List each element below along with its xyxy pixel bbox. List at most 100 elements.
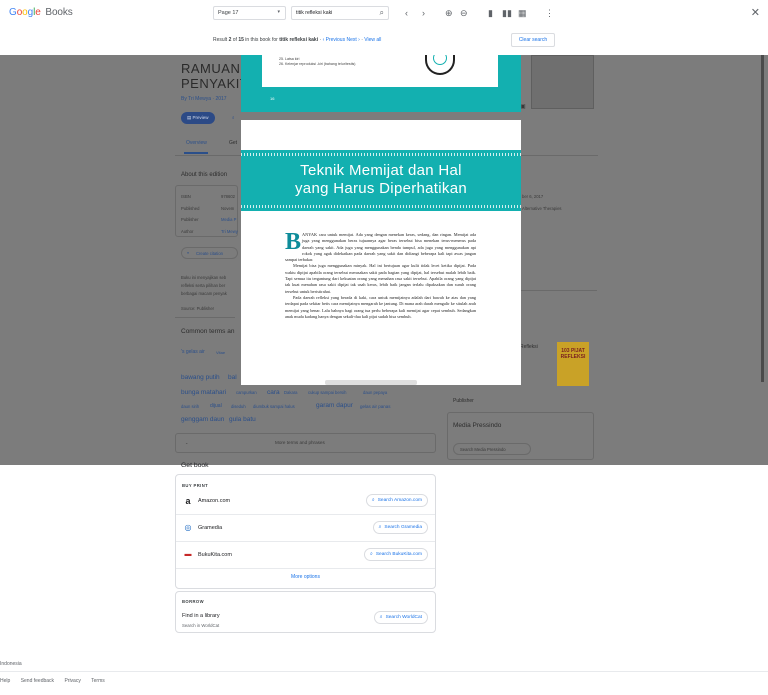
chevron-left-icon[interactable]: ‹	[405, 6, 408, 20]
tab-overview[interactable]: Overview	[186, 140, 207, 146]
term[interactable]: 's gelas air	[181, 349, 205, 355]
publisher-heading: Publisher	[453, 398, 474, 404]
page-scroll-indicator[interactable]	[325, 380, 417, 385]
isbn-label: ISBN	[181, 194, 191, 199]
dotted-border	[241, 205, 521, 208]
term[interactable]: Vitae	[216, 350, 225, 355]
term[interactable]: garam dapur	[316, 402, 353, 409]
source-text: Source: Publisher	[181, 306, 215, 311]
store-row-bukukita[interactable]: ▬ BukuKita.com ⌕ Search BukuKita.com	[176, 542, 435, 569]
help-link[interactable]: Help	[0, 678, 10, 684]
page-select[interactable]: Page 17 ▾	[213, 6, 286, 20]
search-gramedia-label: Search Gramedia	[384, 525, 422, 530]
get-book-heading: Get book	[181, 462, 209, 469]
tab-get[interactable]: Get	[229, 140, 237, 146]
single-page-icon[interactable]: ▮	[488, 6, 493, 20]
search-inside-chip[interactable]: ⌕	[226, 112, 241, 124]
send-feedback-link[interactable]: Send feedback	[21, 678, 54, 684]
book-cover-thumbnail[interactable]	[531, 55, 594, 109]
term[interactable]: cukup sampai bersih	[308, 390, 346, 395]
term[interactable]: Dakara	[284, 390, 298, 395]
store-row-amazon[interactable]: a Amazon.com ⌕ Search Amazon.com	[176, 488, 435, 515]
author-value[interactable]: Tri Mewy	[221, 229, 238, 234]
preview-chip[interactable]: ▤ Preview	[181, 112, 215, 124]
privacy-link[interactable]: Privacy	[64, 678, 80, 684]
publisher-value[interactable]: Media P	[221, 217, 236, 222]
store-name[interactable]: Gramedia	[198, 525, 222, 531]
more-vert-icon[interactable]: ⋮	[545, 6, 554, 20]
search-publisher-button[interactable]: Search Media Pressindo	[453, 443, 531, 455]
term[interactable]: gelas air panas	[360, 404, 391, 409]
search-in-book-value: titik refleksi kaki	[296, 10, 333, 16]
paragraph: B ANYAK cara untuk memijat. Ada yang deng…	[285, 230, 476, 263]
clear-search-button[interactable]: Clear search	[511, 33, 555, 47]
zoom-in-icon[interactable]: ⊕	[445, 6, 453, 20]
borrow-card: BORROW Find in a library Search in World…	[175, 591, 436, 633]
book-author[interactable]: By Tri Mewya · 2017	[181, 96, 227, 102]
search-worldcat-button[interactable]: ⌕ Search WorldCat	[373, 611, 428, 624]
previous-page: 25. Latsa kiri 26. Kelenjar reproduksi -…	[241, 55, 521, 112]
create-citation-label: Create citation	[196, 251, 223, 256]
search-amazon-label: Search Amazon.com	[377, 498, 422, 503]
term[interactable]: genggam daun	[181, 416, 224, 423]
term[interactable]: diseduh	[231, 404, 246, 409]
book-title-line1: RAMUAN	[181, 61, 241, 76]
term[interactable]: gula batu	[229, 416, 256, 423]
term[interactable]: bal	[228, 374, 237, 381]
related-book-label[interactable]: Refleksi	[520, 344, 538, 350]
search-icon: ⌕	[371, 497, 375, 503]
book-title: RAMUAN PENYAKIT	[181, 61, 248, 91]
more-terms-button[interactable]: ⌄ More terms and phrases	[175, 433, 436, 453]
term[interactable]: bunga matahari	[181, 389, 226, 396]
published-date: ber 6, 2017	[522, 194, 544, 199]
term[interactable]: bawang putih	[181, 374, 220, 381]
thumbnails-icon[interactable]: ▦	[518, 6, 527, 20]
page-body-text: B ANYAK cara untuk memijat. Ada yang deng…	[285, 230, 476, 320]
term[interactable]: diumbuk sampai halus	[253, 404, 295, 409]
published-value: Novem	[221, 206, 235, 211]
view-all-link[interactable]: View all	[364, 37, 381, 43]
two-page-icon[interactable]: ▮▮	[502, 6, 512, 20]
bukukita-icon: ▬	[184, 551, 192, 558]
scrollbar[interactable]	[761, 55, 764, 382]
top-bar: Google Books Page 17 ▾ titik refleksi ka…	[0, 0, 768, 26]
close-icon[interactable]: ✕	[751, 6, 760, 19]
term[interactable]: dijual	[210, 403, 222, 409]
search-in-book-input[interactable]: titik refleksi kaki ⌕	[291, 6, 389, 20]
more-options-link[interactable]: More options	[176, 574, 435, 580]
term[interactable]: campurkan	[236, 390, 257, 395]
search-gramedia-button[interactable]: ⌕ Search Gramedia	[372, 521, 428, 534]
page-number: 16	[270, 96, 275, 101]
term[interactable]: daun pepaya	[363, 390, 387, 395]
buy-print-card: BUY PRINT a Amazon.com ⌕ Search Amazon.co…	[175, 474, 436, 589]
zoom-out-icon[interactable]: ⊖	[460, 6, 468, 20]
chevron-right-icon[interactable]: ›	[422, 6, 425, 20]
dotted-border	[241, 153, 521, 156]
search-bukukita-label: Search BukuKita.com	[375, 552, 422, 557]
desc-line-2: refleksi serta pilihan ber	[181, 283, 226, 288]
book-page-viewer[interactable]: 25. Latsa kiri 26. Kelenjar reproduksi -…	[241, 55, 521, 385]
store-row-gramedia[interactable]: ◎ Gramedia ⌕ Search Gramedia	[176, 515, 435, 542]
search-amazon-button[interactable]: ⌕ Search Amazon.com	[365, 494, 428, 507]
previous-result-link[interactable]: ‹ Previous	[323, 37, 346, 43]
term[interactable]: cara	[267, 389, 280, 396]
related-book-cover[interactable]: 103 PIJAT REFLEKSI	[557, 342, 589, 386]
search-icon[interactable]: ⌕	[380, 8, 384, 18]
term[interactable]: daun sirih	[181, 404, 199, 409]
search-result-text: Result 2 of 15 in this book for titik re…	[213, 37, 382, 43]
store-name[interactable]: Amazon.com	[198, 498, 230, 504]
publisher-label: Publisher	[181, 217, 199, 222]
store-name[interactable]: BukuKita.com	[198, 552, 232, 558]
previous-page-list: 25. Latsa kiri 26. Kelenjar reproduksi -…	[279, 57, 356, 67]
terms-link[interactable]: Terms	[91, 678, 105, 684]
next-result-link[interactable]: Next ›	[346, 37, 359, 43]
google-logo-text: Google	[9, 7, 41, 18]
google-books-logo[interactable]: Google Books	[9, 7, 73, 18]
create-citation-button[interactable]: ❝ Create citation	[181, 247, 238, 259]
publisher-name[interactable]: Media Pressindo	[453, 422, 501, 429]
search-bukukita-button[interactable]: ⌕ Search BukuKita.com	[364, 548, 428, 561]
result-prefix: Result	[213, 37, 228, 43]
common-terms-heading: Common terms an	[181, 328, 235, 335]
language-selector[interactable]: Indonesia	[0, 661, 22, 667]
search-icon: ⌕	[379, 614, 383, 620]
